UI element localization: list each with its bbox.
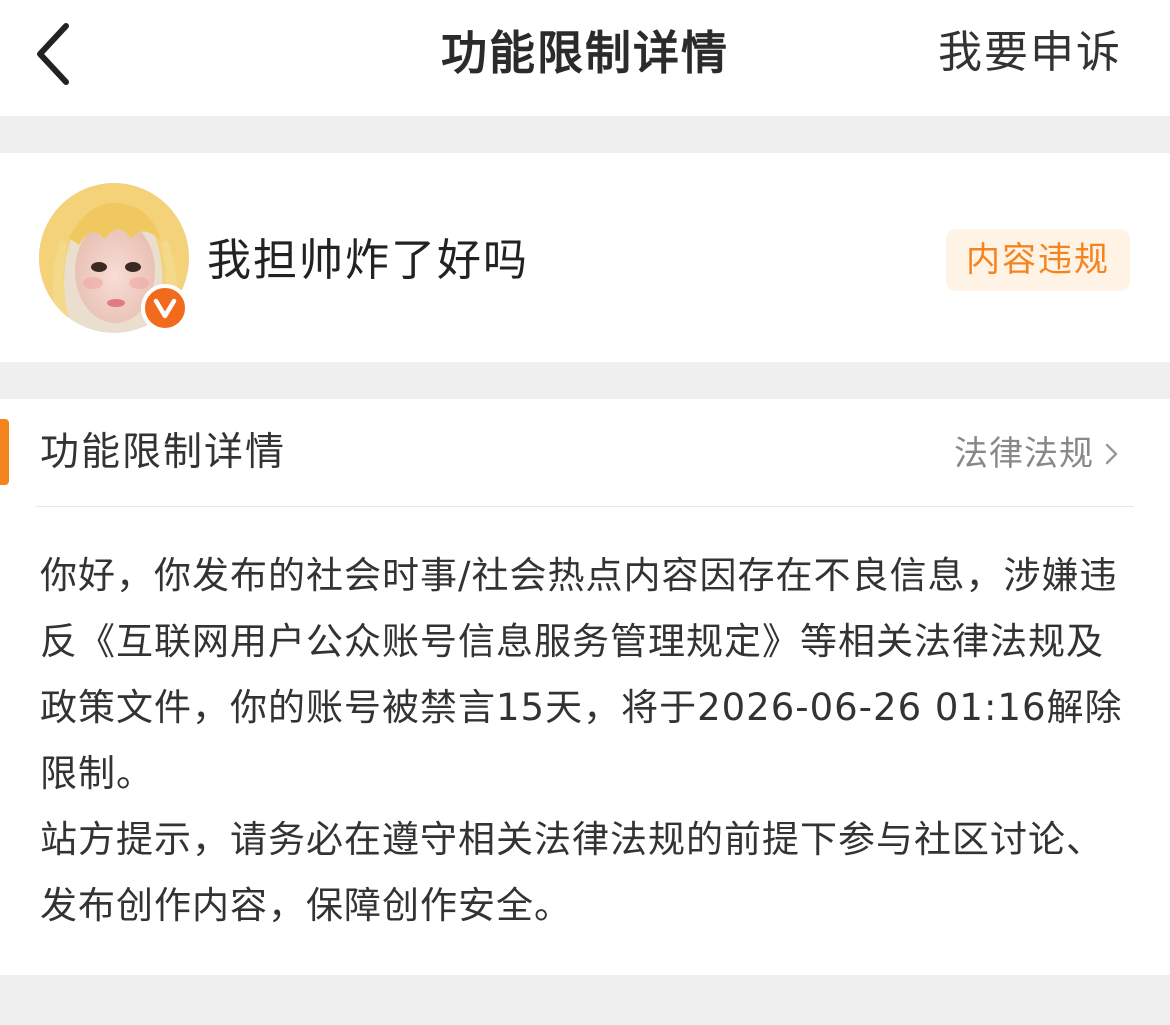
appeal-button[interactable]: 我要申诉 [938, 22, 1122, 84]
restriction-message: 你好，你发布的社会时事/社会热点内容因存在不良信息，涉嫌违反《互联网用户公众账号… [40, 543, 1130, 939]
laws-regulations-link[interactable]: 法律法规 [954, 430, 1120, 478]
chevron-right-icon [1104, 440, 1120, 468]
message-paragraph: 站方提示，请务必在遵守相关法律法规的前提下参与社区讨论、发布创作内容，保障创作安… [40, 818, 1104, 927]
message-paragraph: 你好，你发布的社会时事/社会热点内容因存在不良信息，涉嫌违反《互联网用户公众账号… [40, 554, 1123, 795]
restriction-details-card: 功能限制详情 法律法规 你好，你发布的社会时事/社会热点内容因存在不良信息，涉嫌… [0, 399, 1170, 975]
user-card: 我担帅炸了好吗 内容违规 [0, 153, 1170, 362]
top-nav-bar: 功能限制详情 我要申诉 [0, 0, 1170, 116]
section-title: 功能限制详情 [40, 430, 287, 475]
section-accent-bar [0, 419, 9, 485]
verified-badge-icon [141, 284, 189, 332]
violation-type-badge: 内容违规 [946, 229, 1130, 291]
laws-regulations-label: 法律法规 [954, 434, 1094, 474]
username: 我担帅炸了好吗 [207, 235, 529, 286]
divider [36, 506, 1134, 507]
